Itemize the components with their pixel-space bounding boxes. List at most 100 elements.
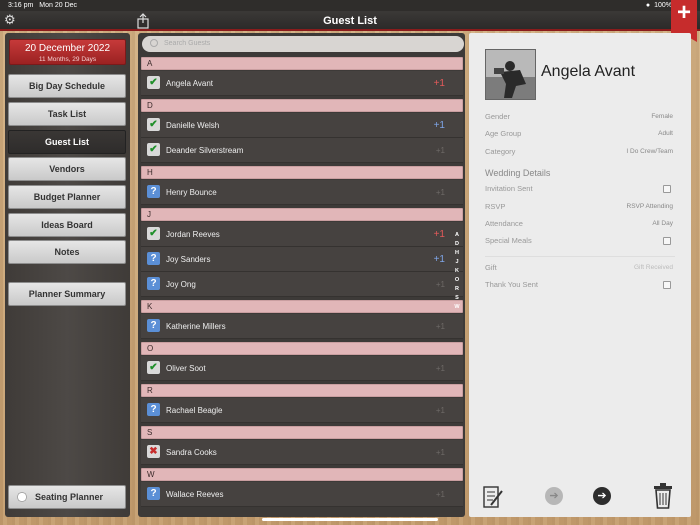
nav-bar: ⚙ Guest List: [0, 11, 700, 31]
wifi-icon: ●: [645, 2, 651, 9]
next-guest-button[interactable]: ➔: [593, 487, 611, 505]
countdown: 11 Months, 29 Days: [38, 56, 97, 63]
index-letter[interactable]: D: [455, 241, 459, 247]
section-header: W: [141, 468, 463, 481]
guest-row[interactable]: ? Rachael Beagle +1: [141, 398, 463, 423]
search-input[interactable]: Search Guests: [142, 36, 464, 52]
guest-row[interactable]: ? Joy Sanders +1: [141, 247, 463, 272]
gift-value[interactable]: Gift Received: [634, 264, 673, 271]
wedding-date: 20 December 2022: [24, 43, 111, 54]
thank-you-sent-label: Thank You Sent: [485, 280, 538, 289]
guest-name: Rachael Beagle: [166, 406, 223, 415]
alphabet-index[interactable]: ADHJKORSW: [452, 232, 462, 310]
sidebar-item-notes[interactable]: Notes: [8, 240, 126, 264]
index-letter[interactable]: K: [455, 268, 459, 274]
invitation-sent-checkbox[interactable]: [663, 185, 671, 193]
question-icon: ?: [147, 185, 160, 198]
index-letter[interactable]: S: [455, 295, 459, 301]
plus-one-badge: +1: [433, 78, 445, 89]
guest-name: Wallace Reeves: [166, 490, 224, 499]
status-date: Mon 20 Dec: [39, 2, 78, 9]
plus-one-badge: +1: [435, 146, 445, 155]
guest-row[interactable]: ? Joy Ong +1: [141, 272, 463, 297]
photographer-silhouette-icon: [494, 61, 526, 98]
gender-value[interactable]: Female: [651, 113, 673, 120]
section-header: A: [141, 57, 463, 70]
guest-name: Oliver Soot: [166, 364, 206, 373]
guest-row[interactable]: ✔ Danielle Welsh +1: [141, 113, 463, 138]
check-icon: ✔: [147, 143, 160, 156]
attendance-value[interactable]: All Day: [652, 220, 673, 227]
page-title: Guest List: [323, 15, 377, 27]
guest-name: Angela Avant: [166, 79, 214, 88]
guest-row[interactable]: ? Katherine Millers +1: [141, 314, 463, 339]
thank-you-sent-checkbox[interactable]: [663, 281, 671, 289]
wedding-date-card[interactable]: 20 December 2022 11 Months, 29 Days: [9, 39, 126, 65]
gender-label: Gender: [485, 112, 511, 121]
edit-icon[interactable]: [483, 485, 503, 509]
check-icon: ✔: [147, 118, 160, 131]
plus-one-badge: +1: [433, 254, 445, 265]
section-header: K: [141, 300, 463, 313]
guest-name: Katherine Millers: [166, 322, 226, 331]
guest-name: Danielle Welsh: [166, 121, 220, 130]
seating-planner-button[interactable]: Seating Planner: [8, 485, 126, 509]
guest-row[interactable]: ? Wallace Reeves +1: [141, 482, 463, 507]
status-time: 3:16 pm: [8, 2, 34, 9]
index-letter[interactable]: A: [455, 232, 459, 238]
question-icon: ?: [147, 319, 160, 332]
sidebar-item-vendors[interactable]: Vendors: [8, 157, 126, 181]
seating-planner-label: Seating Planner: [35, 492, 104, 502]
guest-name: Deander Silverstream: [166, 146, 244, 155]
plus-one-badge: +1: [435, 280, 445, 289]
attendance-label: Attendance: [485, 219, 523, 228]
index-letter[interactable]: H: [455, 250, 459, 256]
index-letter[interactable]: R: [455, 286, 459, 292]
guest-row[interactable]: ✔ Jordan Reeves +1: [141, 222, 463, 247]
guest-photo[interactable]: [485, 49, 536, 100]
guest-name: Henry Bounce: [166, 188, 217, 197]
guest-row[interactable]: ✔ Oliver Soot +1: [141, 356, 463, 381]
sidebar-item-budget-planner[interactable]: Budget Planner: [8, 185, 126, 209]
sidebar-item-task-list[interactable]: Task List: [8, 102, 126, 126]
sidebar-item-ideas-board[interactable]: Ideas Board: [8, 213, 126, 237]
sidebar: 20 December 2022 11 Months, 29 Days Big …: [5, 33, 130, 517]
plus-one-badge: +1: [433, 120, 445, 131]
guest-name: Joy Sanders: [166, 255, 211, 264]
plus-one-badge: +1: [435, 322, 445, 331]
category-label: Category: [485, 147, 516, 156]
guest-row[interactable]: ✖ Sandra Cooks +1: [141, 440, 463, 465]
question-icon: ?: [147, 277, 160, 290]
guest-row[interactable]: ✔ Deander Silverstream +1: [141, 138, 463, 163]
plus-one-badge: +1: [435, 406, 445, 415]
sidebar-item-big-day-schedule[interactable]: Big Day Schedule: [8, 74, 126, 98]
divider: [485, 256, 675, 257]
special-meals-label: Special Meals: [485, 236, 532, 245]
trash-icon[interactable]: [653, 483, 673, 509]
category-value[interactable]: I Do Crew/Team: [626, 148, 673, 155]
index-letter[interactable]: W: [454, 304, 459, 310]
guest-list-panel: Search Guests A ✔ Angela Avant +1 D ✔ Danielle…: [138, 33, 465, 517]
special-meals-checkbox[interactable]: [663, 237, 671, 245]
sun-icon: [15, 490, 29, 504]
age-group-value[interactable]: Adult: [658, 130, 673, 137]
previous-guest-button[interactable]: ➔: [545, 487, 563, 505]
home-indicator: [262, 518, 438, 521]
age-group-label: Age Group: [485, 129, 522, 138]
invitation-sent-label: Invitation Sent: [485, 184, 533, 193]
guest-row[interactable]: ✔ Angela Avant +1: [141, 71, 463, 96]
guest-row[interactable]: ? Henry Bounce +1: [141, 180, 463, 205]
index-letter[interactable]: J: [455, 259, 458, 265]
rsvp-value[interactable]: RSVP Attending: [627, 203, 674, 210]
section-header: H: [141, 166, 463, 179]
sidebar-item-guest-list[interactable]: Guest List: [8, 130, 126, 154]
section-header: O: [141, 342, 463, 355]
index-letter[interactable]: O: [455, 277, 459, 283]
question-icon: ?: [147, 487, 160, 500]
battery-percent: 100%: [654, 2, 672, 9]
planner-summary-button[interactable]: Planner Summary: [8, 282, 126, 306]
section-header: J: [141, 208, 463, 221]
search-placeholder: Search Guests: [164, 40, 211, 47]
gift-label: Gift: [485, 263, 497, 272]
section-header: S: [141, 426, 463, 439]
